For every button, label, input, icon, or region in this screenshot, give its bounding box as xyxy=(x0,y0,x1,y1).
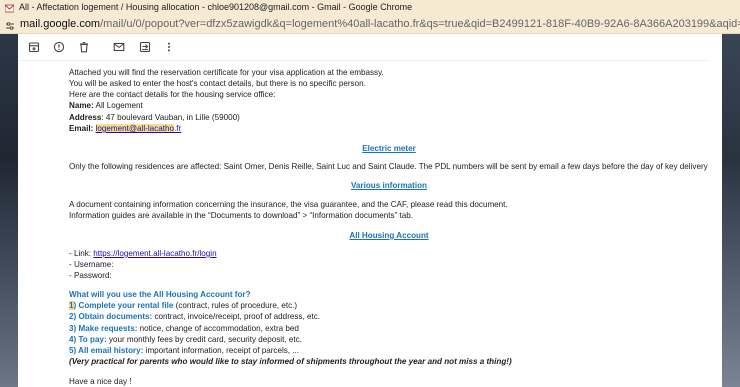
contact-name: Name: All Logement xyxy=(69,100,143,111)
name-value: All Logement xyxy=(93,101,143,110)
desktop-background-right xyxy=(722,34,740,387)
email-label: Email: xyxy=(69,124,94,133)
address-label: Address xyxy=(69,113,102,122)
use-desc: contract, invoice/receipt, proof of addr… xyxy=(152,312,321,321)
use-item-5: 5) All email history: important informat… xyxy=(69,345,299,356)
username-line: - Username: xyxy=(69,260,114,269)
report-spam-icon[interactable] xyxy=(53,41,65,53)
toolbar-divider xyxy=(18,60,708,61)
use-item-3: 3) Make requests: notice, change of acco… xyxy=(69,323,299,334)
login-link[interactable]: https://logement.all-lacatho.fr/login xyxy=(93,249,216,258)
use-item-4: 4) To pay: your monthly fees by credit c… xyxy=(69,334,302,345)
gmail-icon xyxy=(4,3,15,13)
use-label: All email history: xyxy=(76,346,144,355)
electric-meter-text: Only the following residences are affect… xyxy=(69,162,708,171)
use-label: To pay: xyxy=(76,335,107,344)
use-item-2: 2) Obtain documents: contract, invoice/r… xyxy=(69,311,320,322)
use-label: Make requests: xyxy=(76,324,138,333)
contact-address: Address: 47 boulevard Vauban, in Lille (… xyxy=(69,112,240,123)
contact-email: Email: logement@all-lacatho.fr xyxy=(69,123,181,134)
use-desc: notice, change of accommodation, extra b… xyxy=(137,324,299,333)
email-link[interactable]: logement@all-lacatho xyxy=(95,124,174,133)
various-info-heading[interactable]: Various information xyxy=(69,180,709,191)
window-titlebar: All - Affectation logement / Housing all… xyxy=(0,0,740,15)
more-vert-icon[interactable] xyxy=(163,41,175,53)
delete-icon[interactable] xyxy=(78,41,90,53)
url-path: /mail/u/0/popout?ver=dfzx5zawigdk&q=loge… xyxy=(100,18,740,30)
use-item-1: 1) Complete your rental file (contract, … xyxy=(69,300,297,311)
address-bar[interactable]: mail.google.com/mail/u/0/popout?ver=dfzx… xyxy=(0,15,740,34)
use-label: Obtain documents: xyxy=(76,312,153,321)
use-label: Complete your rental file xyxy=(76,301,174,310)
mark-unread-icon[interactable] xyxy=(113,41,125,53)
closing-line: Have a nice day ! xyxy=(69,377,132,386)
move-to-icon[interactable] xyxy=(139,41,151,53)
account-uses-question: What will you use the All Housing Accoun… xyxy=(69,290,251,299)
use-desc: your monthly fees by credit card, securi… xyxy=(106,335,302,344)
name-label: Name: xyxy=(69,101,94,110)
password-line: - Password: xyxy=(69,271,112,280)
url-host: mail.google.com xyxy=(20,18,101,30)
email-link-tld[interactable]: .fr xyxy=(174,124,181,133)
intro-line-3: Here are the contact details for the hou… xyxy=(69,90,276,99)
various-info-text-2: Information guides are available in the … xyxy=(69,211,413,220)
practical-note: (Very practical for parents who would li… xyxy=(69,357,512,366)
intro-line-1: Attached you will find the reservation c… xyxy=(69,68,384,77)
electric-meter-heading[interactable]: Electric meter xyxy=(69,143,709,154)
intro-line-2: You will be asked to enter the host's co… xyxy=(69,79,366,88)
use-desc: (contract, rules of procedure, etc.) xyxy=(173,301,298,310)
desktop-background-left xyxy=(0,34,18,387)
mail-popout: Attached you will find the reservation c… xyxy=(18,34,722,387)
address-value: : 47 boulevard Vauban, in Lille (59000) xyxy=(101,113,240,122)
message-toolbar xyxy=(18,34,722,61)
archive-icon[interactable] xyxy=(28,41,40,53)
window-title: All - Affectation logement / Housing all… xyxy=(19,2,413,12)
account-link-line: - Link: https://logement.all-lacatho.fr/… xyxy=(69,248,217,259)
use-desc: important information, receipt of parcel… xyxy=(143,346,300,355)
various-info-text-1: A document containing information concer… xyxy=(69,200,508,209)
housing-account-heading[interactable]: All Housing Account xyxy=(69,230,709,241)
site-settings-icon[interactable] xyxy=(5,19,15,30)
url-text[interactable]: mail.google.com/mail/u/0/popout?ver=dfzx… xyxy=(20,15,740,33)
link-prefix: - Link: xyxy=(69,249,94,258)
